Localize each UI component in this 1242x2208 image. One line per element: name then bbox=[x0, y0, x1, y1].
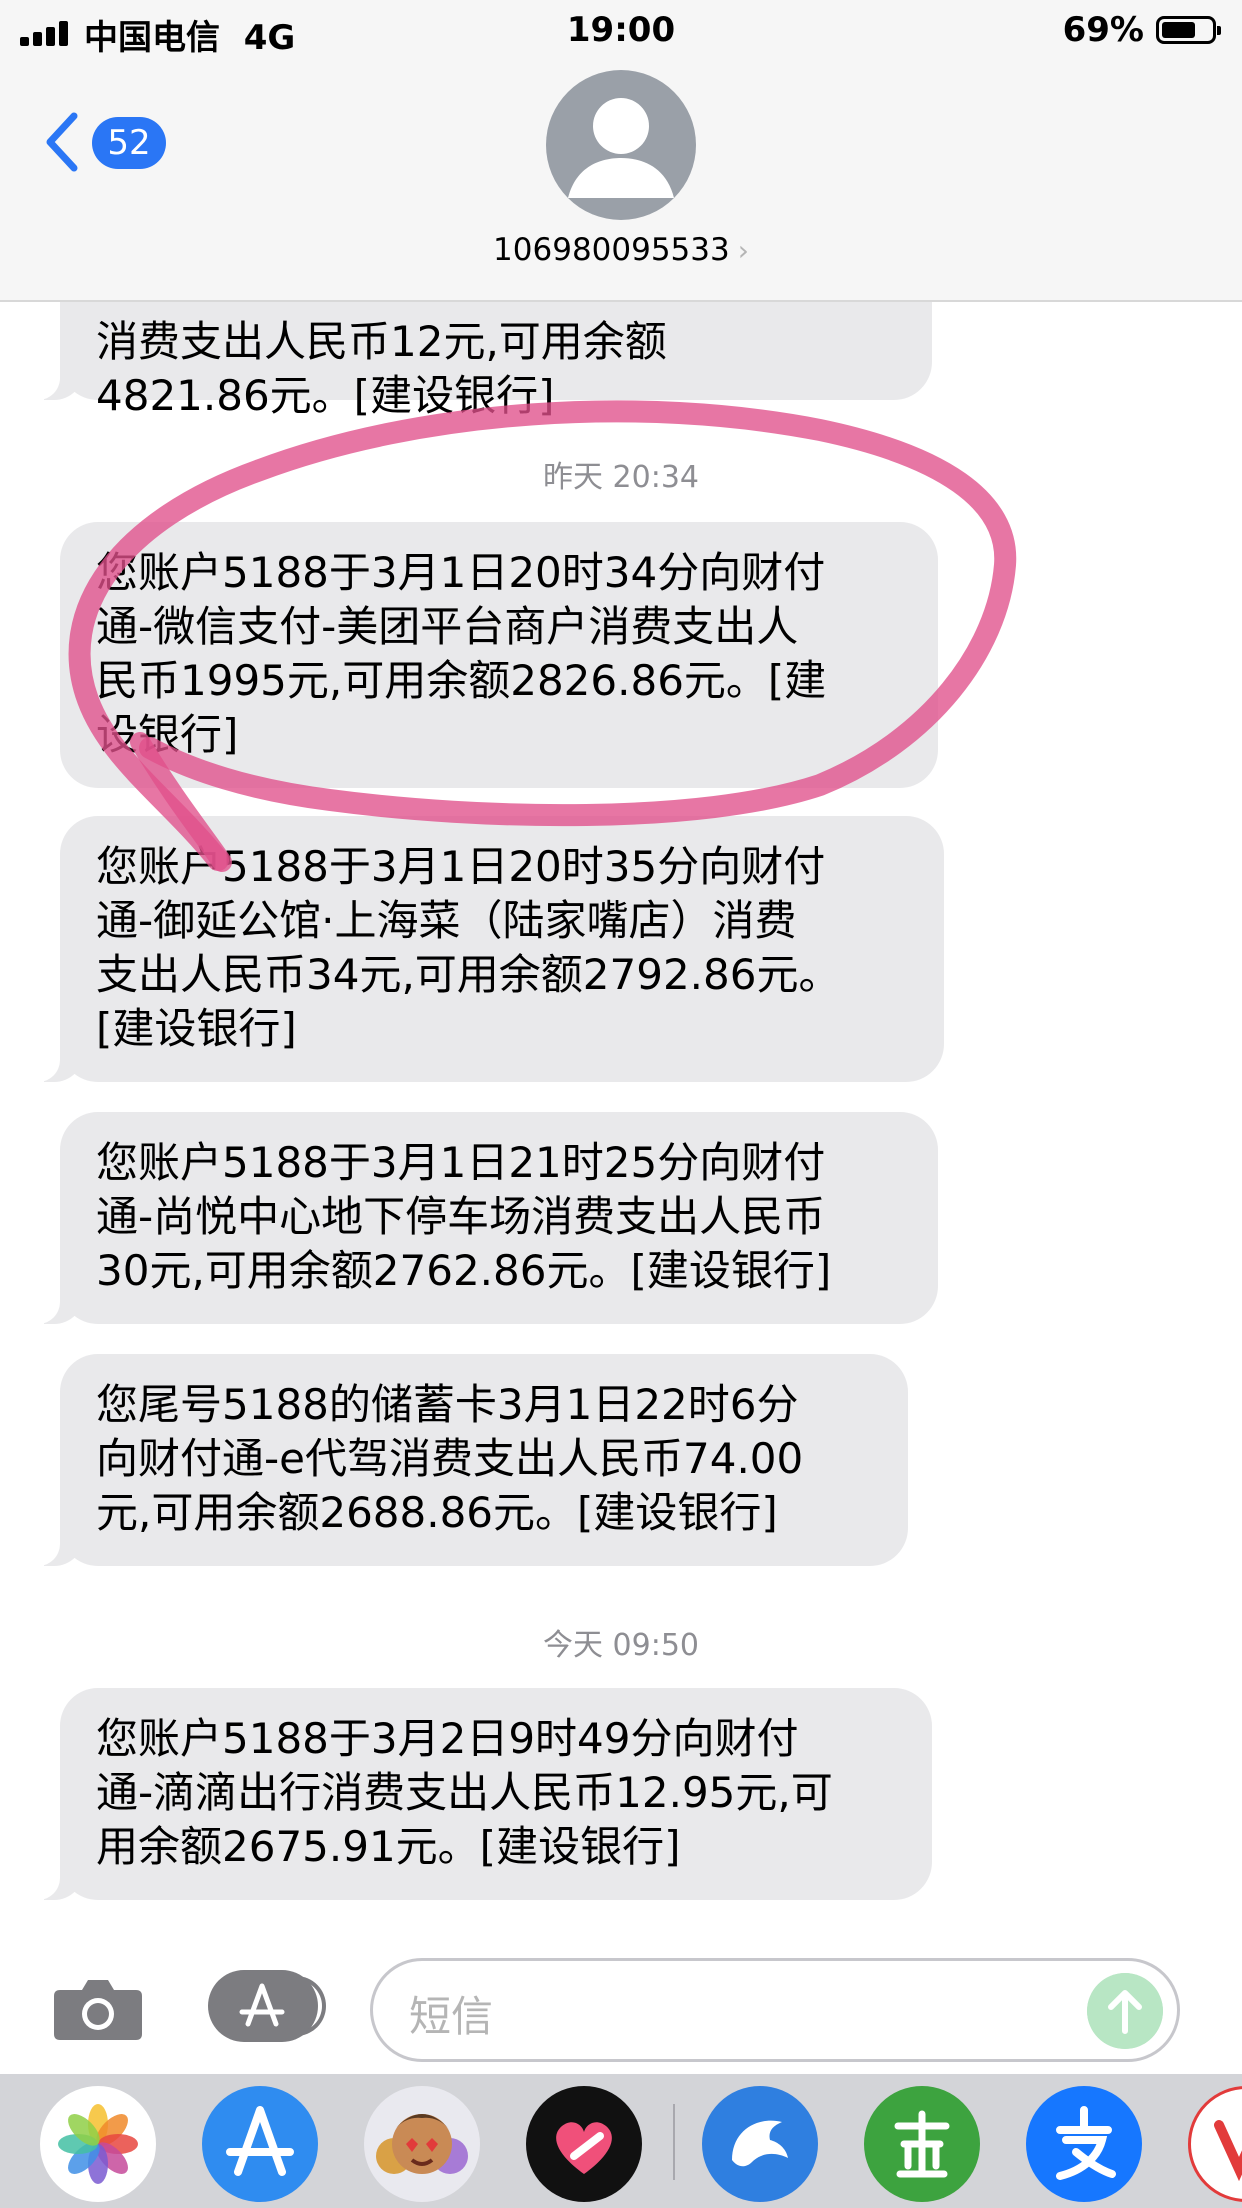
message-input-placeholder: 短信 bbox=[409, 1992, 494, 2041]
send-arrow-icon[interactable] bbox=[1087, 1973, 1163, 2049]
timestamp: 今天 09:50 bbox=[543, 1628, 699, 1663]
battery-percent: 69% bbox=[1062, 10, 1144, 50]
app-store-icon[interactable] bbox=[202, 2086, 318, 2202]
person-icon bbox=[568, 98, 674, 198]
green-app-icon[interactable] bbox=[864, 2086, 980, 2202]
conversation-header: 52 106980095533 › bbox=[0, 62, 1242, 302]
status-bar: 中国电信 4G 19:00 69% bbox=[0, 0, 1242, 62]
drawer-divider bbox=[673, 2104, 675, 2180]
partial-app-icon[interactable] bbox=[1188, 2086, 1242, 2202]
heart-app-icon[interactable] bbox=[526, 2086, 642, 2202]
back-chevron-icon[interactable] bbox=[42, 110, 82, 174]
contact-title[interactable]: 106980095533 › bbox=[0, 232, 1242, 268]
alipay-icon[interactable] bbox=[1026, 2086, 1142, 2202]
app-store-button[interactable] bbox=[208, 1970, 326, 2042]
battery-icon bbox=[1156, 16, 1221, 44]
message-bubble[interactable]: 您账户5188于3月1日20时34分向财付 通-微信支付-美团平台商户消费支出人… bbox=[60, 522, 938, 788]
clock: 19:00 bbox=[566, 10, 676, 50]
message-bubble[interactable]: 您账户5188于3月1日20时35分向财付 通-御延公馆·上海菜（陆家嘴店）消费… bbox=[32, 816, 944, 1082]
message-input[interactable]: 短信 bbox=[370, 1958, 1180, 2062]
photos-icon[interactable] bbox=[40, 2086, 156, 2202]
contact-number: 106980095533 bbox=[493, 232, 730, 268]
imessage-app-drawer bbox=[0, 2074, 1242, 2208]
memoji-icon[interactable] bbox=[364, 2086, 480, 2202]
compose-bar: 短信 bbox=[0, 1940, 1242, 2074]
camera-icon[interactable] bbox=[52, 1974, 144, 2042]
message-bubble[interactable]: 您账户5188于3月2日9时49分向财付 通-滴滴出行消费支出人民币12.95元… bbox=[32, 1688, 932, 1900]
ctrip-dolphin-icon[interactable] bbox=[702, 2086, 818, 2202]
contact-avatar[interactable] bbox=[546, 70, 696, 220]
chevron-right-icon: › bbox=[737, 234, 749, 267]
message-bubble[interactable]: 您账户5188于3月1日21时25分向财付 通-尚悦中心地下停车场消费支出人民币… bbox=[32, 1112, 938, 1324]
timestamp: 昨天 20:34 bbox=[543, 460, 699, 495]
app-store-glyph-icon bbox=[239, 1983, 285, 2027]
message-bubble[interactable]: 您尾号5188的储蓄卡3月1日22时6分 向财付通-e代驾消费支出人民币74.0… bbox=[32, 1354, 908, 1566]
unread-count-badge[interactable]: 52 bbox=[92, 117, 166, 169]
